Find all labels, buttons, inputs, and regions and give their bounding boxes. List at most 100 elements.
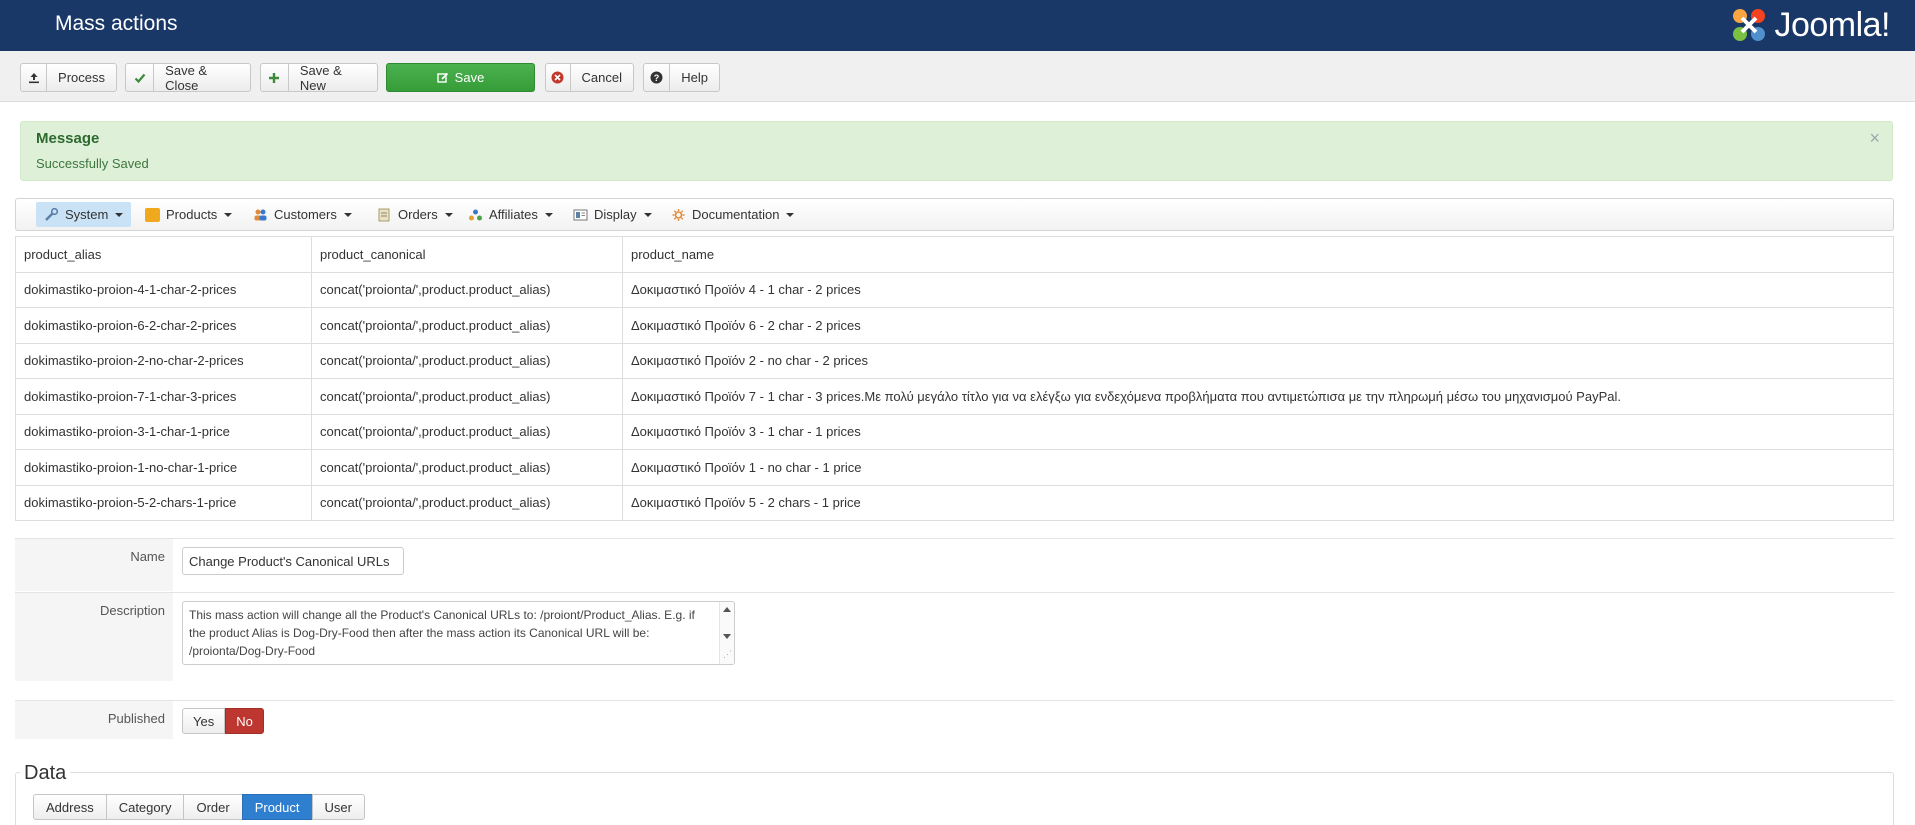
- data-tabs: Address Category Order Product User: [33, 794, 365, 820]
- cancel-button[interactable]: Cancel: [545, 63, 634, 92]
- joomla-logo-icon: [1733, 9, 1766, 41]
- menu-customers[interactable]: Customers: [245, 202, 360, 227]
- save-new-button[interactable]: Save & New: [260, 62, 378, 93]
- chevron-down-icon: [115, 212, 124, 217]
- chevron-down-icon: [224, 212, 233, 217]
- menu-affiliates[interactable]: Affiliates: [460, 202, 561, 227]
- process-label: Process: [58, 70, 105, 85]
- help-button[interactable]: ? Help: [643, 63, 720, 92]
- help-label: Help: [681, 70, 708, 85]
- tab-user[interactable]: User: [311, 794, 365, 820]
- display-icon: [573, 209, 588, 220]
- published-toggle: Yes No: [182, 708, 264, 734]
- menu-products-label: Products: [166, 207, 218, 222]
- results-table: product_alias product_canonical product_…: [15, 236, 1894, 521]
- table-cell: dokimastiko-proion-1-no-char-1-price: [15, 449, 312, 486]
- orders-icon: [378, 208, 390, 221]
- table-cell: dokimastiko-proion-2-no-char-2-prices: [15, 342, 312, 379]
- users-icon: [254, 209, 267, 220]
- table-cell: Δοκιμαστικό Προϊόν 6 - 2 char - 2 prices: [622, 307, 1894, 344]
- save-close-label: Save & Close: [165, 62, 208, 93]
- check-icon: [126, 64, 155, 91]
- table-cell: Δοκιμαστικό Προϊόν 7 - 1 char - 3 prices…: [622, 378, 1894, 415]
- table-row: dokimastiko-proion-3-1-char-1-price conc…: [15, 413, 1894, 450]
- table-cell: Δοκιμαστικό Προϊόν 1 - no char - 1 price: [622, 449, 1894, 486]
- joomla-logo[interactable]: Joomla!: [1730, 3, 1890, 47]
- published-row: Published Yes No: [15, 700, 1894, 739]
- close-icon[interactable]: ×: [1869, 128, 1880, 149]
- message-text: Successfully Saved: [36, 156, 149, 171]
- menu-system[interactable]: System: [36, 202, 132, 227]
- table-row: dokimastiko-proion-1-no-char-1-price con…: [15, 449, 1894, 486]
- name-row: Name: [15, 538, 1894, 591]
- table-row: dokimastiko-proion-4-1-char-2-prices con…: [15, 271, 1894, 308]
- table-row: dokimastiko-proion-5-2-chars-1-price con…: [15, 484, 1894, 521]
- description-textarea[interactable]: This mass action will change all the Pro…: [182, 601, 735, 665]
- main-menu: System Products Customers Orders Affilia…: [15, 198, 1894, 231]
- table-cell: dokimastiko-proion-7-1-char-3-prices: [15, 378, 312, 415]
- menu-display-label: Display: [594, 207, 637, 222]
- svg-text:?: ?: [654, 73, 660, 83]
- description-label: Description: [15, 593, 173, 681]
- menu-orders[interactable]: Orders: [369, 202, 461, 227]
- table-header-row: product_alias product_canonical product_…: [15, 236, 1894, 273]
- tab-order[interactable]: Order: [183, 794, 243, 820]
- description-text: This mass action will change all the Pro…: [189, 608, 695, 658]
- menu-affiliates-label: Affiliates: [489, 207, 538, 222]
- documentation-icon: [672, 208, 685, 221]
- table-cell: concat('proionta/',product.product_alias…: [311, 307, 623, 344]
- tools-icon: [45, 207, 59, 221]
- published-yes-button[interactable]: Yes: [182, 708, 226, 734]
- cancel-label: Cancel: [581, 70, 622, 85]
- toolbar: Process Save & Close Save & New Save Can…: [0, 51, 1915, 102]
- table-cell: dokimastiko-proion-3-1-char-1-price: [15, 413, 312, 450]
- chevron-down-icon: [444, 212, 453, 217]
- table-cell: dokimastiko-proion-5-2-chars-1-price: [15, 484, 312, 521]
- chevron-down-icon: [786, 212, 795, 217]
- scroll-down-icon[interactable]: [723, 634, 731, 639]
- app-header: Mass actions Joomla!: [0, 0, 1915, 51]
- name-field[interactable]: [182, 547, 404, 575]
- table-cell: concat('proionta/',product.product_alias…: [311, 449, 623, 486]
- table-cell: dokimastiko-proion-4-1-char-2-prices: [15, 271, 312, 308]
- plus-icon: [261, 64, 289, 91]
- message-heading: Message: [36, 130, 100, 147]
- chevron-down-icon: [343, 212, 352, 217]
- menu-products[interactable]: Products: [137, 202, 240, 227]
- menu-customers-label: Customers: [274, 207, 337, 222]
- tab-category[interactable]: Category: [105, 794, 185, 820]
- description-row: Description This mass action will change…: [15, 592, 1894, 681]
- table-cell: concat('proionta/',product.product_alias…: [311, 271, 623, 308]
- published-no-button[interactable]: No: [225, 708, 264, 734]
- save-close-button[interactable]: Save & Close: [125, 62, 251, 93]
- question-circle-icon: ?: [644, 64, 671, 91]
- table-cell: Δοκιμαστικό Προϊόν 2 - no char - 2 price…: [622, 342, 1894, 379]
- menu-documentation-label: Documentation: [692, 207, 780, 222]
- table-row: dokimastiko-proion-6-2-char-2-prices con…: [15, 307, 1894, 344]
- resize-grip-icon[interactable]: ⋰: [723, 645, 732, 663]
- data-legend: Data: [20, 762, 71, 785]
- chevron-down-icon: [643, 212, 652, 217]
- published-label: Published: [15, 701, 173, 739]
- upload-icon: [21, 64, 48, 91]
- success-message: Message Successfully Saved ×: [20, 121, 1893, 181]
- page-title: Mass actions: [55, 12, 178, 35]
- column-header: product_name: [622, 236, 1894, 273]
- tab-product[interactable]: Product: [241, 794, 313, 820]
- menu-documentation[interactable]: Documentation: [663, 202, 802, 227]
- process-button[interactable]: Process: [20, 63, 117, 92]
- tab-address[interactable]: Address: [33, 794, 107, 820]
- scroll-up-icon[interactable]: [723, 607, 731, 612]
- table-cell: concat('proionta/',product.product_alias…: [311, 484, 623, 521]
- table-row: dokimastiko-proion-2-no-char-2-prices co…: [15, 342, 1894, 379]
- column-header: product_alias: [15, 236, 312, 273]
- table-cell: dokimastiko-proion-6-2-char-2-prices: [15, 307, 312, 344]
- save-new-label: Save & New: [299, 62, 342, 93]
- menu-system-label: System: [65, 207, 109, 222]
- joomla-wordmark: Joomla!: [1774, 5, 1890, 44]
- menu-display[interactable]: Display: [565, 202, 660, 227]
- name-label: Name: [15, 539, 173, 591]
- table-cell: Δοκιμαστικό Προϊόν 4 - 1 char - 2 prices: [622, 271, 1894, 308]
- chevron-down-icon: [544, 212, 553, 217]
- save-button[interactable]: Save: [386, 63, 535, 92]
